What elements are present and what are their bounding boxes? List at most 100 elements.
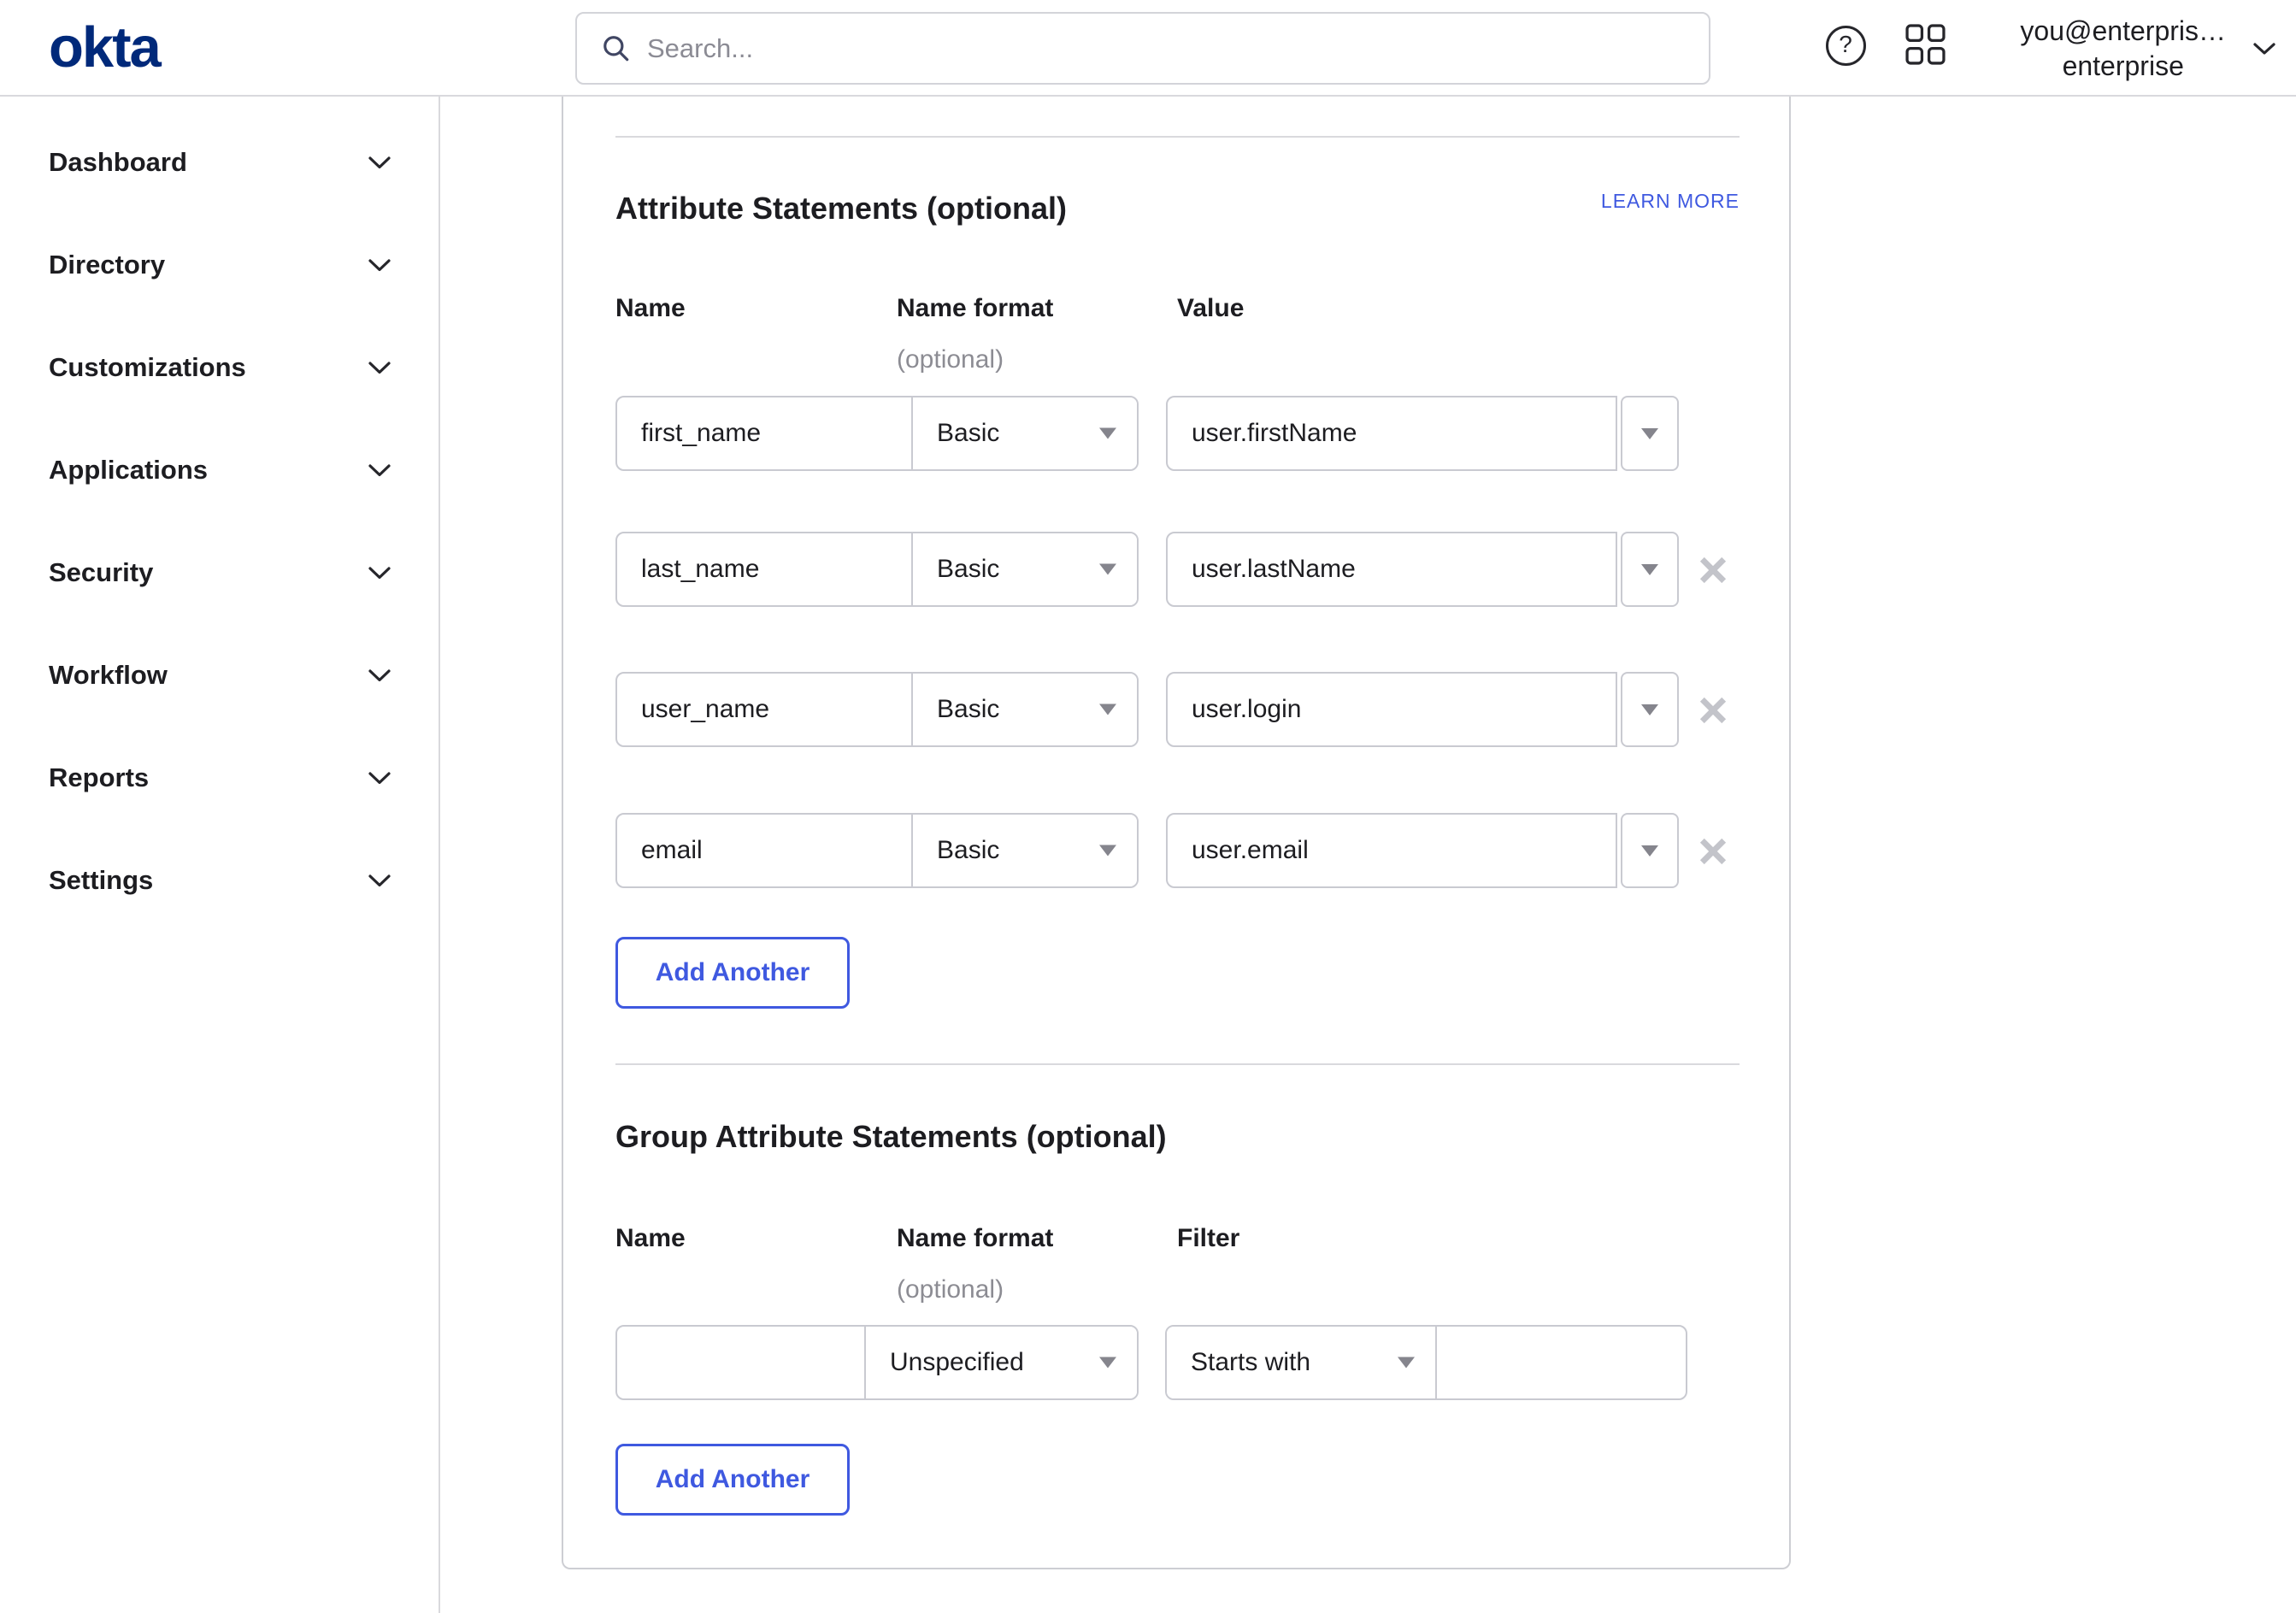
close-icon (1699, 838, 1727, 865)
select-value: Basic (937, 695, 1000, 723)
section-divider (615, 1063, 1740, 1065)
remove-row-button[interactable] (1697, 694, 1729, 727)
group-attribute-statements-title: Group Attribute Statements (optional) (615, 1119, 1167, 1154)
attribute-value-input[interactable] (1166, 396, 1617, 471)
sidebar-item-label: Reports (49, 762, 150, 792)
attribute-name-input[interactable] (617, 674, 913, 745)
attribute-name-input[interactable] (617, 815, 913, 886)
name-format-select[interactable]: Basic (913, 533, 1137, 605)
add-another-attribute-button[interactable]: Add Another (615, 937, 850, 1009)
dropdown-arrow-icon (1398, 1357, 1415, 1369)
chevron-down-icon (368, 258, 391, 271)
name-format-control: Basic (615, 672, 1139, 747)
group-attribute-row: Unspecified Starts with (563, 1325, 1789, 1400)
name-format-control: Basic (615, 396, 1139, 471)
name-format-select[interactable]: Basic (913, 674, 1137, 745)
value-dropdown-button[interactable] (1621, 532, 1679, 607)
chevron-down-icon (368, 463, 391, 476)
attribute-name-input[interactable] (617, 533, 913, 605)
remove-row-button[interactable] (1697, 835, 1729, 868)
sidebar-item-label: Directory (49, 250, 166, 280)
attribute-row: Basic (563, 813, 1789, 888)
dropdown-arrow-icon (1099, 563, 1116, 575)
name-format-select[interactable]: Basic (913, 815, 1137, 886)
dropdown-arrow-icon (1099, 427, 1116, 439)
group-filter-value-input[interactable] (1437, 1327, 1686, 1398)
close-icon (1699, 697, 1727, 724)
search-box (575, 12, 1710, 85)
column-note-optional: (optional) (897, 345, 1004, 374)
account-org: enterprise (2062, 50, 2184, 81)
section-divider (615, 136, 1740, 138)
help-button[interactable]: ? (1824, 24, 1867, 67)
select-value: Basic (937, 419, 1000, 447)
attribute-value-input[interactable] (1166, 672, 1617, 747)
apps-grid-icon (1905, 23, 1946, 65)
chevron-down-icon (368, 566, 391, 579)
help-icon: ? (1825, 25, 1866, 66)
column-header-name-format: Name format (897, 1224, 1054, 1252)
chevron-down-icon (368, 771, 391, 784)
account-menu[interactable]: you@enterpris… enterprise (2020, 0, 2275, 97)
account-email: you@enterpris… (2020, 15, 2226, 46)
column-header-name: Name (615, 1224, 686, 1252)
value-dropdown-button[interactable] (1621, 813, 1679, 888)
name-format-control: Basic (615, 532, 1139, 607)
dropdown-arrow-icon (1641, 427, 1658, 439)
dropdown-arrow-icon (1099, 703, 1116, 715)
sidebar: Dashboard Directory Customizations Appli… (0, 97, 440, 1613)
chevron-down-icon (368, 668, 391, 681)
learn-more-link[interactable]: LEARN MORE (615, 189, 1740, 213)
chevron-down-icon (2253, 42, 2275, 55)
select-value: Unspecified (890, 1348, 1024, 1376)
group-filter-control: Starts with (1165, 1325, 1687, 1400)
sidebar-item-reports[interactable]: Reports (0, 751, 439, 804)
dropdown-arrow-icon (1099, 1357, 1116, 1369)
sidebar-item-settings[interactable]: Settings (0, 854, 439, 907)
name-format-select[interactable]: Basic (913, 397, 1137, 469)
sidebar-item-customizations[interactable]: Customizations (0, 341, 439, 394)
add-another-group-attribute-button[interactable]: Add Another (615, 1444, 850, 1516)
sidebar-item-label: Customizations (49, 352, 246, 382)
attribute-value-input[interactable] (1166, 813, 1617, 888)
chevron-down-icon (368, 874, 391, 886)
dropdown-arrow-icon (1641, 703, 1658, 715)
attribute-row: Basic (563, 672, 1789, 747)
topbar: okta ? you@enterpris… enterprise (0, 0, 2296, 97)
remove-row-button[interactable] (1697, 554, 1729, 586)
group-name-format-control: Unspecified (615, 1325, 1139, 1400)
attribute-value-input[interactable] (1166, 532, 1617, 607)
search-input[interactable] (647, 32, 1688, 64)
chevron-down-icon (368, 156, 391, 168)
sidebar-item-label: Settings (49, 865, 154, 895)
dropdown-arrow-icon (1641, 845, 1658, 857)
sidebar-item-dashboard[interactable]: Dashboard (0, 136, 439, 189)
okta-logo[interactable]: okta (49, 0, 162, 95)
value-dropdown-button[interactable] (1621, 672, 1679, 747)
attribute-name-input[interactable] (617, 397, 913, 469)
search-icon (603, 35, 629, 61)
saml-settings-card: Attribute Statements (optional) LEARN MO… (562, 97, 1791, 1569)
sidebar-item-security[interactable]: Security (0, 546, 439, 599)
sidebar-item-directory[interactable]: Directory (0, 238, 439, 291)
group-name-input[interactable] (617, 1327, 866, 1398)
column-header-name-format: Name format (897, 294, 1054, 322)
sidebar-item-label: Applications (49, 455, 209, 485)
chevron-down-icon (368, 361, 391, 374)
sidebar-item-applications[interactable]: Applications (0, 444, 439, 497)
okta-admin-page: okta ? you@enterpris… enterprise (0, 0, 2296, 1613)
column-header-filter: Filter (1177, 1224, 1240, 1252)
sidebar-item-label: Workflow (49, 660, 168, 690)
column-note-optional: (optional) (897, 1275, 1004, 1304)
select-value: Basic (937, 836, 1000, 864)
dropdown-arrow-icon (1641, 563, 1658, 575)
value-dropdown-button[interactable] (1621, 396, 1679, 471)
group-name-format-select[interactable]: Unspecified (866, 1327, 1137, 1398)
select-value: Basic (937, 555, 1000, 583)
attribute-row: Basic (563, 532, 1789, 607)
sidebar-item-workflow[interactable]: Workflow (0, 649, 439, 702)
attribute-row: Basic (563, 396, 1789, 471)
name-format-control: Basic (615, 813, 1139, 888)
group-filter-type-select[interactable]: Starts with (1167, 1327, 1437, 1398)
apps-grid-button[interactable] (1904, 22, 1946, 67)
